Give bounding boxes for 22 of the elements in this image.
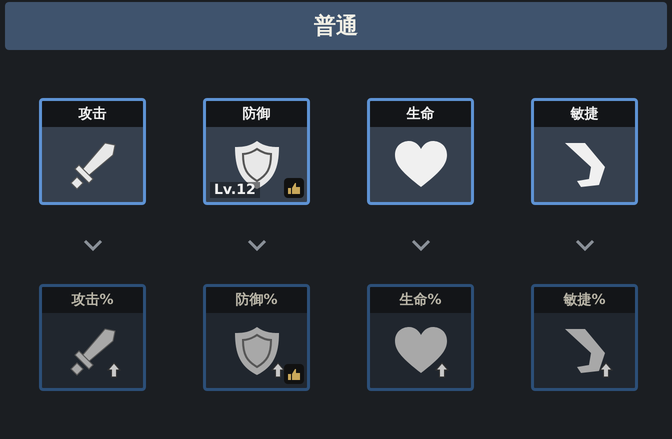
- skill-card[interactable]: 生命%: [367, 284, 474, 391]
- skill-card[interactable]: 防御%: [203, 284, 310, 391]
- skill-card[interactable]: 敏捷%: [531, 284, 638, 391]
- section-title: 普通: [314, 12, 358, 41]
- skill-label: 防御: [206, 101, 307, 127]
- chevron-down-icon: [82, 239, 102, 251]
- skill-label: 敏捷: [534, 101, 635, 127]
- skill-label: 敏捷%: [534, 287, 635, 313]
- skill-label: 生命%: [370, 287, 471, 313]
- skill-card[interactable]: 攻击: [39, 98, 146, 205]
- level-badge: Lv.12: [210, 182, 260, 198]
- chevron-down-icon: [246, 239, 266, 251]
- skill-card[interactable]: 防御 Lv.12: [203, 98, 310, 205]
- skill-card[interactable]: 敏捷: [531, 98, 638, 205]
- skill-label: 攻击: [42, 101, 143, 127]
- skill-label: 防御%: [206, 287, 307, 313]
- skill-card[interactable]: 攻击%: [39, 284, 146, 391]
- skill-label: 攻击%: [42, 287, 143, 313]
- chevron-down-icon: [574, 239, 594, 251]
- skill-label: 生命: [370, 101, 471, 127]
- skill-card[interactable]: 生命: [367, 98, 474, 205]
- chevron-down-icon: [410, 239, 430, 251]
